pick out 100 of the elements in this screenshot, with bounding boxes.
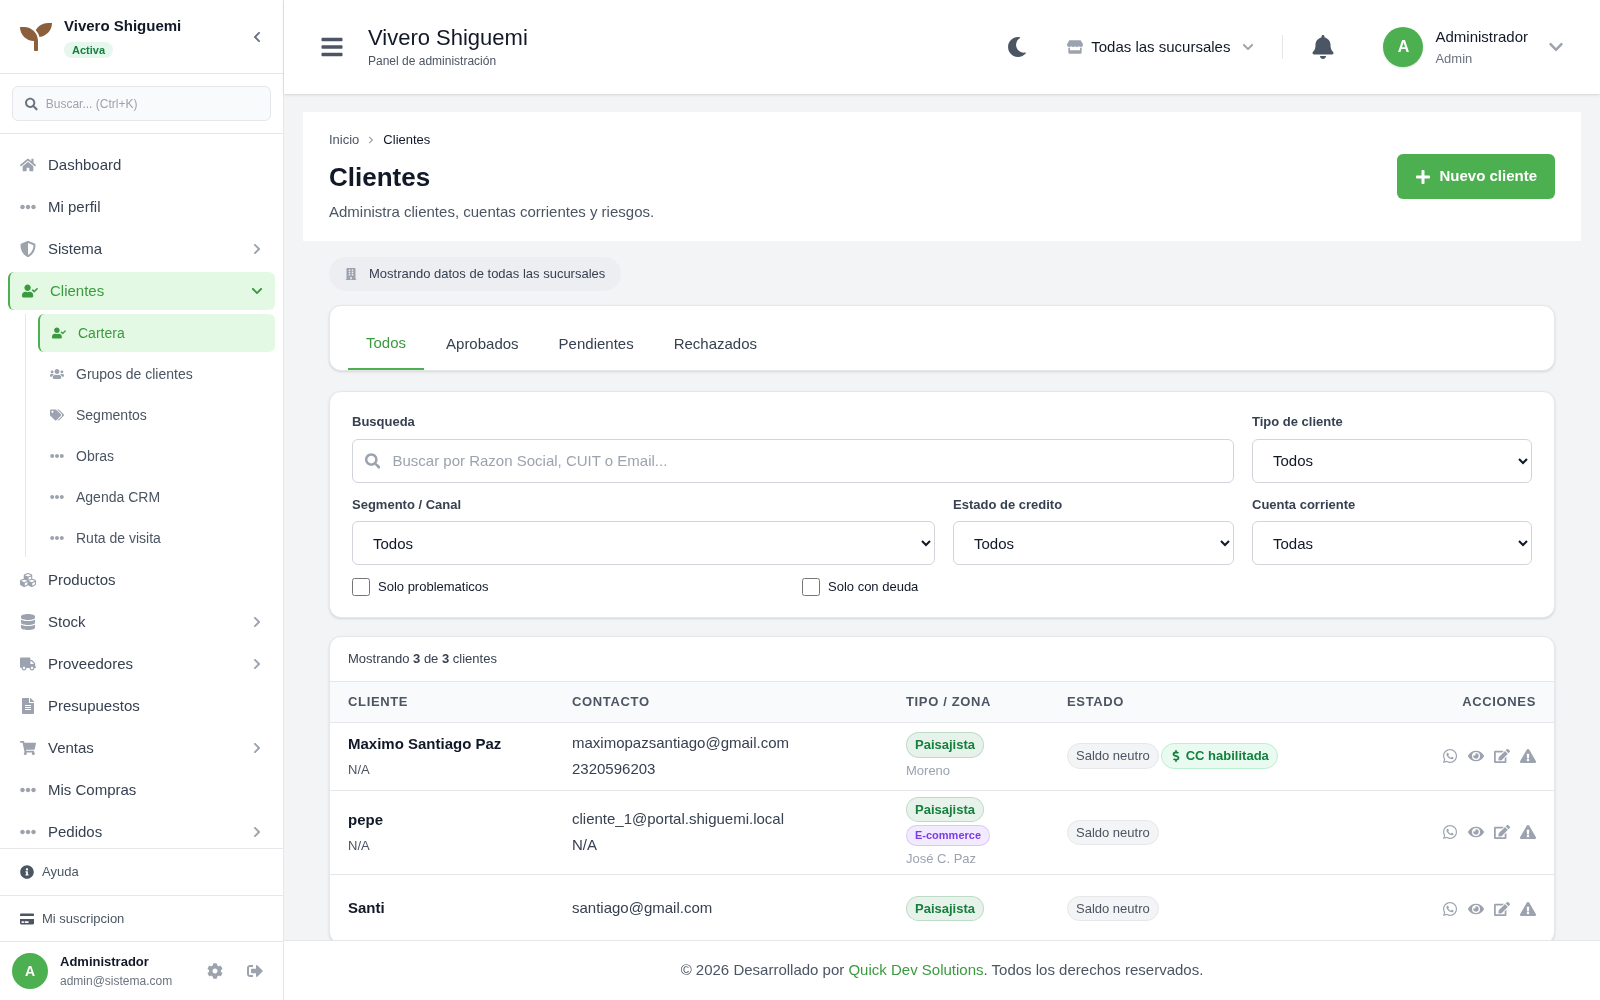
chevron-right-icon	[251, 616, 263, 628]
column-header: CLIENTE	[330, 681, 572, 722]
status-badge: Saldo neutro	[1067, 895, 1159, 922]
users-icon	[50, 367, 64, 381]
sidebar-subitem[interactable]: Segmentos	[38, 396, 275, 434]
sidebar-item[interactable]: Pedidos	[8, 813, 275, 848]
menu-icon[interactable]	[320, 35, 344, 59]
search-input[interactable]: Buscar... (Ctrl+K)	[45, 87, 258, 120]
field-label: Cuenta corriente	[1252, 495, 1357, 514]
search-field[interactable]: Buscar... (Ctrl+K)	[12, 86, 271, 121]
sidebar-item[interactable]: Dashboard	[8, 146, 275, 184]
sidebar-item[interactable]: Stock	[8, 603, 275, 641]
field-label: Segmento / Canal	[352, 495, 463, 514]
sidebar-item[interactable]: Ventas	[8, 729, 275, 767]
column-header: CONTACTO	[572, 681, 906, 722]
filter-tab[interactable]: Todos	[348, 318, 425, 370]
moon-icon[interactable]	[1007, 37, 1028, 57]
sidebar-item[interactable]: Productos	[8, 561, 275, 599]
page-subtitle: Administra clientes, cuentas corrientes y riesgos.	[329, 201, 656, 222]
subscription-link[interactable]: Mi suscripcion	[42, 908, 125, 929]
branch-selector[interactable]: Todas las sucursales	[1067, 35, 1255, 59]
info-icon	[20, 865, 34, 879]
column-header: ESTADO	[1067, 681, 1386, 722]
select-field[interactable]: Todos	[352, 521, 935, 565]
client-email: cliente_1@portal.shiguemi.local	[572, 808, 785, 829]
sidebar-subitem[interactable]: Obras	[38, 437, 275, 475]
client-email: maximopazsantiago@gmail.com	[572, 732, 790, 753]
sidebar-item[interactable]: Presupuestos	[8, 687, 275, 725]
type-tag: Paisajista	[906, 895, 984, 922]
warning-icon[interactable]	[1520, 748, 1536, 764]
filter-tab[interactable]: Aprobados	[428, 318, 537, 370]
client-phone: 2320596203	[572, 759, 657, 779]
sidebar-subitem[interactable]: Agenda CRM	[38, 478, 275, 516]
select-field[interactable]: Todos	[1252, 438, 1532, 483]
logo-icon	[20, 20, 52, 53]
page-title: Clientes	[329, 160, 432, 194]
checkbox[interactable]	[802, 577, 820, 596]
view-icon[interactable]	[1468, 748, 1484, 764]
plus-icon	[1415, 168, 1432, 185]
chevron-right-icon	[251, 826, 263, 838]
client-name: pepe	[348, 810, 384, 831]
client-name: Santi	[348, 898, 386, 919]
app-subtitle: Panel de administración	[368, 53, 498, 70]
chevron-right-icon	[367, 135, 376, 144]
sidebar-item[interactable]: Mi perfil	[8, 188, 275, 226]
app-title: Vivero Shiguemi	[368, 24, 529, 52]
edit-icon[interactable]	[1494, 824, 1510, 841]
warning-icon[interactable]	[1520, 900, 1536, 917]
logout-icon[interactable]	[247, 963, 263, 979]
edit-icon[interactable]	[1494, 748, 1510, 764]
zone-text: José C. Paz	[906, 849, 977, 868]
client-phone: N/A	[572, 835, 598, 856]
checkbox[interactable]	[352, 577, 370, 596]
user-email: admin@sistema.com	[60, 972, 174, 990]
user-avatar: A	[12, 953, 48, 989]
filter-tab[interactable]: Pendientes	[540, 318, 652, 370]
results-count: Mostrando 3 de 3 clientes	[348, 649, 497, 668]
client-subtext: N/A	[348, 836, 371, 855]
notification-icon[interactable]	[1311, 35, 1336, 59]
collapse-icon[interactable]	[251, 30, 263, 43]
whatsapp-icon[interactable]	[1442, 900, 1458, 917]
sidebar-item[interactable]: Proveedores	[8, 645, 275, 683]
field-label: Estado de credito	[953, 495, 1064, 514]
type-tag: Paisajista	[906, 796, 984, 822]
user-role: Admin	[1435, 49, 1474, 68]
sidebar-item[interactable]: Sistema	[8, 230, 275, 268]
chevron-down-icon	[251, 285, 263, 297]
checkbox-label: Solo problematicos	[378, 578, 489, 596]
store-icon	[1067, 39, 1084, 55]
edit-icon[interactable]	[1494, 900, 1510, 917]
filter-tab[interactable]: Rechazados	[655, 318, 776, 370]
status-badge: CC habilitada	[1160, 743, 1278, 769]
status-badge: Saldo neutro	[1067, 743, 1159, 769]
sidebar-subitem[interactable]: Grupos de clientes	[38, 355, 275, 393]
whatsapp-icon[interactable]	[1442, 748, 1458, 764]
sidebar-item[interactable]: Mis Compras	[8, 771, 275, 809]
client-name: Maximo Santiago Paz	[348, 734, 503, 754]
user-check-icon	[22, 283, 38, 299]
type-tag: Paisajista	[906, 732, 984, 758]
sidebar-subitem[interactable]: Ruta de visita	[38, 519, 275, 557]
select-field[interactable]: Todos	[953, 521, 1234, 565]
company-link[interactable]: Quick Dev Solutions	[848, 961, 984, 979]
search-icon	[25, 96, 38, 111]
chevron-right-icon	[251, 658, 263, 670]
field-label: Busqueda	[352, 413, 416, 431]
select-field[interactable]: Todas	[1252, 521, 1532, 565]
truck-icon	[20, 656, 36, 672]
help-link[interactable]: Ayuda	[42, 862, 79, 882]
breadcrumb-link[interactable]: Inicio	[329, 130, 360, 150]
type-tag: E-commerce	[906, 825, 991, 846]
user-check-icon	[52, 326, 66, 340]
zone-text: Moreno	[906, 761, 951, 780]
breadcrumb-current: Clientes	[383, 131, 431, 149]
user-avatar: A	[1383, 27, 1424, 67]
boxes-icon	[20, 572, 36, 588]
warning-icon[interactable]	[1520, 824, 1536, 841]
client-subtext: N/A	[348, 760, 371, 779]
settings-icon[interactable]	[207, 963, 223, 979]
whatsapp-icon[interactable]	[1442, 824, 1458, 841]
checkbox-label: Solo con deuda	[828, 578, 919, 596]
